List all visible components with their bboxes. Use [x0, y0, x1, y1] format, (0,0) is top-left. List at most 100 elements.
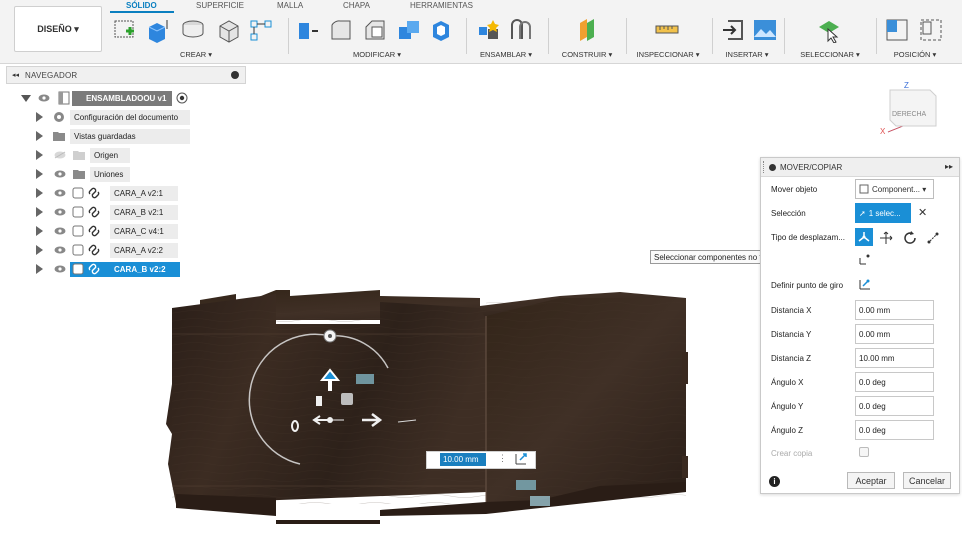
clear-selection-icon[interactable]: ✕: [918, 206, 927, 219]
field-label: Distancia X: [771, 306, 812, 315]
create-copy-label: Crear copia: [771, 449, 813, 458]
axis-x-label: X: [880, 127, 886, 136]
value-input[interactable]: 0.00 mm: [855, 300, 934, 320]
cube-face-label[interactable]: DERECHA: [892, 111, 927, 118]
group-insertar: INSERTAR ▾: [716, 14, 778, 62]
group-seleccionar: SELECCIONAR ▾: [788, 14, 872, 62]
navigator-header[interactable]: ◂◂ NAVEGADOR: [6, 66, 246, 84]
info-icon[interactable]: i: [769, 476, 780, 487]
value-input[interactable]: 0.0 deg: [855, 396, 934, 416]
group-posicion-label[interactable]: POSICIÓN ▾: [880, 50, 950, 59]
cancel-button[interactable]: Cancelar: [903, 472, 951, 489]
value-input[interactable]: 0.0 deg: [855, 372, 934, 392]
group-seleccionar-label[interactable]: SELECCIONAR ▾: [788, 50, 872, 59]
navigator-title: NAVEGADOR: [25, 70, 78, 80]
group-inspeccionar: INSPECCIONAR ▾: [630, 14, 706, 62]
group-posicion: POSICIÓN ▾: [880, 14, 950, 62]
component-icon: [859, 184, 869, 194]
joint-icon[interactable]: [508, 17, 534, 43]
selection-label: Selección: [771, 209, 806, 218]
select-icon[interactable]: [816, 17, 842, 43]
expand-dialog-icon[interactable]: ▸▸: [945, 162, 953, 171]
revert-position-icon[interactable]: [918, 17, 944, 43]
more-options-icon[interactable]: ⋮: [498, 453, 507, 464]
ok-button[interactable]: Aceptar: [847, 472, 895, 489]
toolbar-separator: [548, 18, 549, 54]
free-move-icon: [858, 232, 870, 242]
group-construir-label[interactable]: CONSTRUIR ▾: [552, 50, 622, 59]
group-crear-label[interactable]: CREAR ▾: [108, 50, 284, 59]
canvas-distance-input[interactable]: 10.00 mm: [440, 453, 486, 466]
wood-grain: [486, 298, 686, 502]
new-component-icon[interactable]: [476, 17, 502, 43]
tab-superficie[interactable]: SUPERFICIE: [196, 1, 244, 10]
value-input[interactable]: 0.00 mm: [855, 324, 934, 344]
translate-icon[interactable]: [878, 230, 894, 246]
extrude-icon[interactable]: [144, 17, 170, 43]
point-to-point-icon[interactable]: [925, 230, 941, 246]
group-crear: CREAR ▾: [108, 14, 284, 62]
dialog-header[interactable]: MOVER/COPIAR ▸▸: [761, 158, 959, 177]
joint-origin-marker: [356, 374, 374, 384]
dialog-title: MOVER/COPIAR: [780, 162, 843, 172]
group-inspeccionar-label[interactable]: INSPECCIONAR ▾: [630, 50, 706, 59]
move-type-label: Tipo de desplazam...: [771, 233, 845, 242]
field-label: Distancia Z: [771, 354, 812, 363]
toolbar-separator: [784, 18, 785, 54]
plane-handle[interactable]: [316, 396, 322, 406]
create-copy-checkbox[interactable]: [859, 447, 869, 457]
offset-plane-icon[interactable]: [574, 17, 600, 43]
measure-icon[interactable]: [654, 17, 680, 43]
move-mode-icon[interactable]: [514, 452, 528, 466]
move-object-select[interactable]: Component... ▾: [855, 179, 934, 199]
set-pivot-icon[interactable]: [858, 277, 872, 291]
value-input[interactable]: 10.00 mm: [855, 348, 934, 368]
insert-derive-icon[interactable]: [720, 17, 746, 43]
insert-image-icon[interactable]: [752, 17, 778, 43]
box-icon[interactable]: [216, 17, 242, 43]
workspace-switcher[interactable]: DISEÑO ▾: [14, 6, 102, 52]
model-viewport[interactable]: [0, 84, 760, 560]
chamfer-icon[interactable]: [362, 17, 388, 43]
tab-herramientas[interactable]: HERRAMIENTAS: [410, 1, 473, 10]
group-ensamblar-label[interactable]: ENSAMBLAR ▾: [470, 50, 542, 59]
tab-malla[interactable]: MALLA: [277, 1, 303, 10]
group-modificar: MODIFICAR ▾: [292, 14, 462, 62]
joint-origin-marker: [530, 496, 550, 506]
axis-z-label: Z: [904, 81, 909, 90]
toolbar-separator: [876, 18, 877, 54]
tab-solido[interactable]: SÓLIDO: [126, 1, 157, 10]
navigator-options-icon[interactable]: [231, 71, 239, 79]
revolve-icon[interactable]: [180, 17, 206, 43]
group-insertar-label[interactable]: INSERTAR ▾: [716, 50, 778, 59]
rotate-icon[interactable]: [902, 230, 918, 246]
move-object-value: Component... ▾: [872, 184, 927, 194]
move-object-label: Mover objeto: [771, 185, 818, 194]
view-cube[interactable]: Z X DERECHA: [878, 78, 958, 138]
point-to-position-icon[interactable]: [857, 253, 871, 267]
new-sketch-icon[interactable]: [112, 17, 138, 43]
selection-button[interactable]: ➚ 1 selec...: [855, 203, 911, 223]
cursor-icon: ➚: [859, 208, 866, 218]
fillet-icon[interactable]: [328, 17, 354, 43]
move-type-free-button[interactable]: [855, 228, 873, 246]
group-modificar-label[interactable]: MODIFICAR ▾: [292, 50, 462, 59]
joint-origin-marker: [516, 480, 536, 490]
pivot-label: Definir punto de giro: [771, 281, 844, 290]
value-input[interactable]: 0.0 deg: [855, 420, 934, 440]
press-pull-icon[interactable]: [294, 17, 320, 43]
sketch-pattern-icon[interactable]: [248, 17, 274, 43]
field-label: Distancia Y: [771, 330, 812, 339]
cube-body[interactable]: [889, 89, 937, 127]
field-label: Ángulo Z: [771, 426, 804, 435]
rotate-handle-center: [328, 334, 332, 338]
capture-position-icon[interactable]: [884, 17, 910, 43]
drag-grip-icon[interactable]: [763, 161, 765, 173]
tab-chapa[interactable]: CHAPA: [343, 1, 370, 10]
active-tab-underline: [110, 11, 174, 13]
dialog-status-icon: [769, 163, 776, 171]
combine-icon[interactable]: [396, 17, 422, 43]
free-move-handle[interactable]: [341, 393, 353, 405]
collapse-icon[interactable]: ◂◂: [12, 71, 19, 79]
shell-icon[interactable]: [428, 17, 454, 43]
